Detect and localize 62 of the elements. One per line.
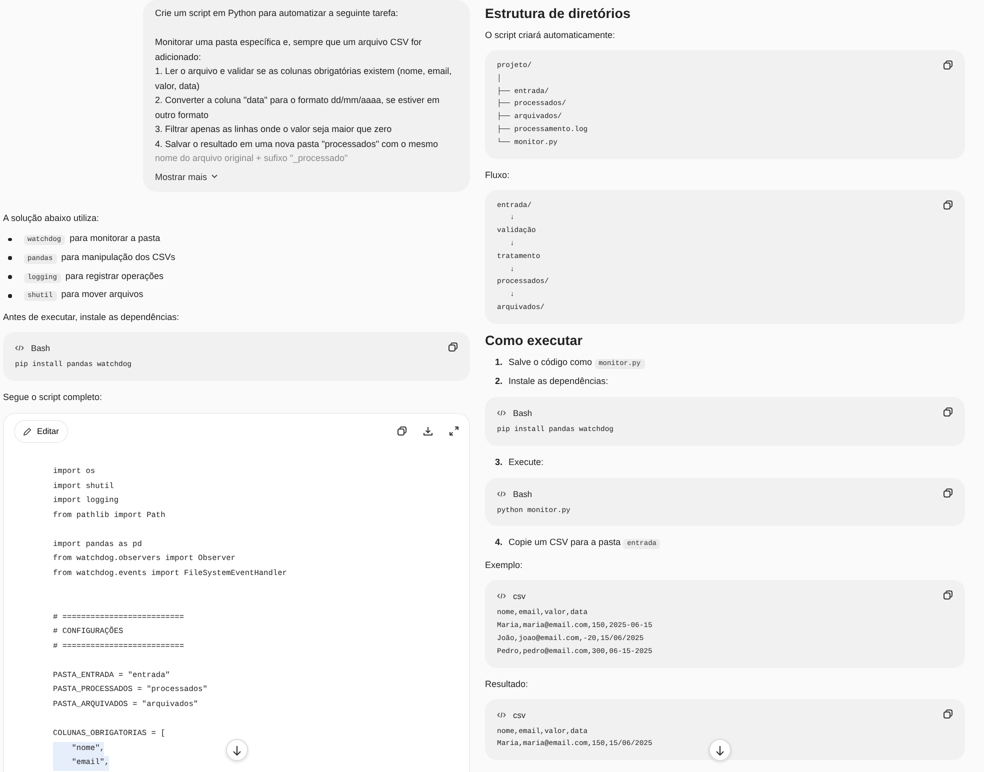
message-text: Crie um script em Python para automatizar a seguinte tarefa: — [155, 7, 400, 20]
edit-button[interactable]: Editar — [14, 420, 68, 443]
paragraph: Resultado: — [485, 678, 530, 691]
download-button[interactable] — [423, 426, 433, 436]
pencil-icon — [23, 426, 32, 436]
code-icon — [497, 410, 506, 416]
step-number: 4. — [495, 536, 503, 550]
show-more-button[interactable]: Mostrar mais — [155, 170, 218, 184]
message-text: Monitorar uma pasta específica e, sempre que um arquivo CSV for adicionado: — [155, 36, 423, 64]
bullet-dot — [8, 294, 12, 298]
section-heading: Estrutura de diretórios — [485, 5, 632, 23]
paragraph: Fluxo: — [485, 168, 511, 182]
language-label: Bash — [513, 488, 532, 500]
section-heading: Como executar — [485, 332, 584, 350]
paragraph: Exemplo: — [485, 559, 524, 572]
copy-icon — [448, 342, 458, 352]
copy-icon — [943, 488, 953, 498]
copy-icon — [943, 708, 953, 719]
download-icon — [423, 426, 433, 436]
bullet-dot — [8, 275, 12, 279]
code-icon — [497, 490, 506, 497]
copy-button[interactable] — [943, 60, 953, 70]
message-text: 4. Salvar o resultado em uma nova pasta "processados" com o mesmo — [155, 138, 440, 151]
expand-button[interactable] — [449, 426, 459, 436]
bullet-dot — [8, 256, 12, 260]
message-text: 1. Ler o arquivo e validar se as colunas obrigatórias existem (nome, email, valor, data) — [155, 65, 453, 93]
language-label: csv — [513, 708, 526, 721]
copy-icon — [943, 60, 953, 70]
copy-button[interactable] — [943, 200, 953, 210]
paragraph: O script criará automaticamente: — [485, 29, 616, 42]
copy-button[interactable] — [943, 488, 953, 498]
copy-icon — [943, 200, 953, 210]
paragraph: A solução abaixo utiliza: — [3, 212, 100, 226]
arrow-down-icon — [232, 744, 242, 756]
expand-icon — [449, 426, 459, 436]
language-label: csv — [513, 590, 526, 602]
step-text: Execute: — [508, 456, 544, 469]
message-text: nome do arquivo original + sufixo "_processado" — [155, 152, 349, 166]
copy-button[interactable] — [943, 708, 953, 719]
message-text: 3. Filtrar apenas as linhas onde o valor seja maior que zero — [155, 123, 393, 136]
language-label: Bash — [31, 342, 50, 354]
message-text: 2. Converter a coluna "data" para o formato dd/mm/aaaa, se estiver em outro formato — [155, 94, 441, 122]
copy-icon — [397, 426, 407, 436]
step-text: Instale as dependências: — [508, 374, 608, 388]
language-label: Bash — [513, 406, 532, 419]
copy-button[interactable] — [448, 342, 458, 352]
step-number: 1. — [495, 356, 503, 369]
step-number: 2. — [495, 374, 503, 388]
step-number: 3. — [495, 456, 503, 469]
bullet-dot — [8, 238, 12, 242]
copy-icon — [943, 406, 953, 417]
code-icon — [497, 593, 506, 600]
chevron-down-icon — [211, 174, 218, 180]
copy-button[interactable] — [397, 426, 407, 436]
paragraph: Antes de executar, instale as dependências: — [3, 311, 180, 324]
arrow-down-icon — [715, 744, 725, 756]
copy-button[interactable] — [943, 590, 953, 600]
code-icon — [497, 712, 506, 718]
copy-icon — [943, 590, 953, 600]
copy-button[interactable] — [943, 406, 953, 417]
code-icon — [15, 345, 24, 352]
paragraph: Segue o script completo: — [3, 391, 104, 404]
